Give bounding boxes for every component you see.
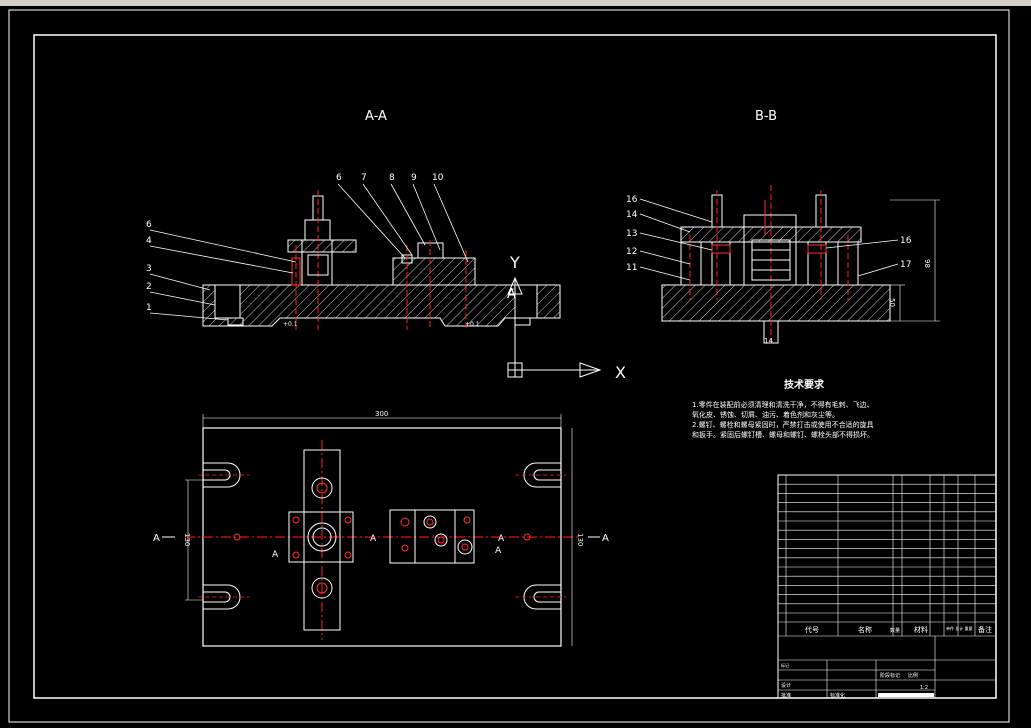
section-mark-inner-mid: A <box>370 534 377 544</box>
callout-aa-1: 1 <box>146 303 152 313</box>
aa-clamp-plate <box>287 239 357 253</box>
ucs-x-label: X <box>615 363 626 382</box>
callout-bb-13: 13 <box>626 229 637 239</box>
tb-header-code: 代号 <box>805 625 819 634</box>
svg-text:+0.1: +0.1 <box>465 321 480 328</box>
tech-req-line-3: 2.螺钉、螺栓和螺母紧固时，严禁打击或使用不合适的旋具 <box>692 420 874 429</box>
tb-header-weight: 单件 总计 重量 <box>946 625 973 631</box>
bb-dim-height: 98 <box>923 259 931 268</box>
callout-bb-14: 14 <box>626 210 638 220</box>
section-mark-left: A <box>153 533 160 544</box>
tb-stage-label: 阶段标记 <box>880 672 900 679</box>
callout-aa-4: 4 <box>146 236 152 246</box>
aa-callouts-left: 6 4 3 2 1 <box>146 220 152 313</box>
top-dim-left: 130 <box>183 533 191 546</box>
tb-scale-label: 比例 <box>908 672 918 679</box>
tb-design-label: 设计 <box>781 682 791 689</box>
tech-req-line-1: 1.零件在装配前必须清理和清洗干净，不得有毛刺、飞边、 <box>692 400 874 409</box>
tech-req-line-2: 氧化皮、锈蚀、切屑、油污、着色剂和灰尘等。 <box>692 410 839 419</box>
bb-callouts-left: 16 14 13 12 11 <box>626 195 638 273</box>
bb-base-plate <box>661 284 891 322</box>
callout-aa-6-left: 6 <box>146 220 152 230</box>
section-mark-inner-far: A <box>495 546 502 556</box>
callout-bb-16: 16 <box>626 195 638 205</box>
outer-frame <box>8 9 1010 723</box>
section-view-aa: A-A 6 7 8 9 10 6 4 3 2 1 +0.1 +0.1 <box>146 109 561 330</box>
cad-drawing-canvas[interactable]: A-A 6 7 8 9 10 6 4 3 2 1 +0.1 +0.1 Y X A… <box>0 6 1031 728</box>
tech-req-line-4: 和扳手。紧固后螺钉槽、螺母和螺钉、螺栓头部不得损坏。 <box>692 430 874 439</box>
section-view-bb: B-B 98 50 14 16 14 13 12 11 16 17 <box>626 109 940 345</box>
callout-bb-11: 11 <box>626 263 637 273</box>
callout-bb-16-right: 16 <box>900 236 912 246</box>
top-view: 300 130 130 A A A A A A <box>153 410 609 647</box>
aa-callouts-top: 6 7 8 9 10 <box>336 173 444 183</box>
svg-text:+0.1: +0.1 <box>283 321 298 328</box>
tb-header-material: 材料 <box>914 625 928 634</box>
tb-approve-label: 批准 <box>781 692 791 699</box>
top-dim-width: 300 <box>375 410 388 418</box>
tb-scale-value: 1:2 <box>920 685 928 691</box>
bb-callouts-right: 16 17 <box>900 236 912 270</box>
section-mark-inner-right: A <box>498 534 505 544</box>
callout-bb-12: 12 <box>626 247 637 257</box>
callout-aa-2: 2 <box>146 282 152 292</box>
callout-bb-17: 17 <box>900 260 911 270</box>
tb-header-qty: 数量 <box>890 627 900 634</box>
callout-aa-3: 3 <box>146 264 152 274</box>
aa-left-slot <box>214 284 241 319</box>
tb-header-note: 备注 <box>978 625 992 634</box>
bb-dim-bottom: 14 <box>764 337 773 345</box>
ucs-a-marker: A <box>507 287 516 302</box>
aa-locator-block <box>392 257 476 286</box>
section-bb-title: B-B <box>755 109 777 124</box>
aa-right-slot <box>514 284 538 319</box>
bb-dim-base: 50 <box>888 298 896 307</box>
ucs-y-label: Y <box>509 253 520 272</box>
tech-req-title: 技术要求 <box>784 378 825 391</box>
callout-aa-8: 8 <box>389 173 395 183</box>
callout-aa-6-top: 6 <box>336 173 342 183</box>
section-aa-title: A-A <box>365 109 387 124</box>
tb-row-labels: 标记 <box>781 662 789 668</box>
section-mark-inner-left: A <box>272 550 279 560</box>
callout-aa-7: 7 <box>361 173 367 183</box>
callout-aa-9: 9 <box>411 173 417 183</box>
top-view-base <box>202 427 562 647</box>
top-dim-right: 130 <box>576 533 584 546</box>
callout-aa-10: 10 <box>432 173 444 183</box>
tb-standard-label: 标准化 <box>830 692 845 699</box>
technical-requirements: 技术要求 1.零件在装配前必须清理和清洗干净，不得有毛刺、飞边、 氧化皮、锈蚀、… <box>692 378 874 439</box>
tb-header-name: 名称 <box>858 625 872 634</box>
title-block: 代号 名称 数量 材料 单件 总计 重量 备注 标记 设计 标准化 阶段标记 比… <box>777 474 997 699</box>
section-mark-right: A <box>602 533 609 544</box>
